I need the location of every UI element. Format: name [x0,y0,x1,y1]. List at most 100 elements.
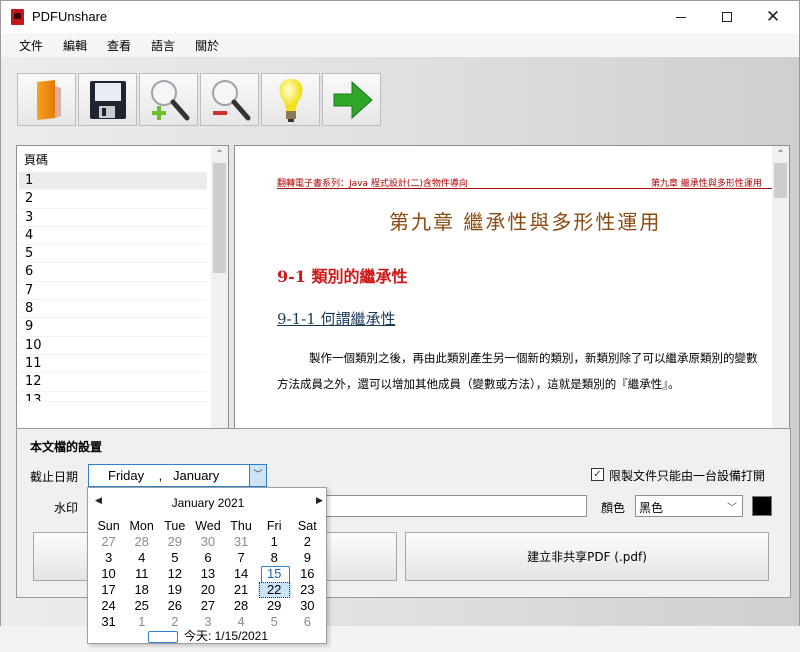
calendar-grid: Sun Mon Tue Wed Thu Fri Sat 27 28 29 30 31 1 2 3 4 5 6 7 8 9… [92,518,324,630]
scroll-up-icon[interactable]: ⌃ [772,146,789,163]
page-list-header: 頁碼 [24,153,49,167]
calendar-day[interactable]: 21 [225,582,258,598]
create-unshare-pdf-button[interactable]: 建立非共享PDF (.pdf) [405,532,769,581]
maximize-button[interactable] [704,1,750,33]
color-swatch[interactable] [752,496,772,516]
page-list-item[interactable]: 4 [19,227,207,246]
calendar-day[interactable]: 14 [225,566,258,582]
calendar-day-today[interactable]: 15 [258,566,291,583]
calendar-day[interactable]: 20 [191,582,224,598]
folder-icon [36,79,61,120]
calendar-day[interactable]: 12 [158,566,191,582]
weekday-label: Mon [129,519,154,533]
page-list-item[interactable]: 10 [19,337,207,355]
calendar-day[interactable]: 7 [225,550,258,566]
calendar-day[interactable]: 4 [125,550,158,566]
calendar-day[interactable]: 29 [258,598,291,614]
calendar-day[interactable]: 2 [291,534,324,550]
calendar-day[interactable]: 8 [258,550,291,566]
calendar-day[interactable]: 9 [291,550,324,566]
calendar-day[interactable]: 28 [225,598,258,614]
page-list-item[interactable]: 9 [19,318,207,337]
minimize-button[interactable] [658,1,704,33]
save-button[interactable] [78,73,137,126]
maximize-icon [722,12,732,22]
page-list-item[interactable]: 7 [19,282,207,301]
title-bar: PDFUnshare ✕ [1,1,799,33]
lightbulb-icon [278,78,303,122]
calendar-day[interactable]: 27 [191,598,224,614]
calendar-day[interactable]: 28 [125,534,158,550]
calendar-day[interactable]: 31 [225,534,258,550]
scroll-thumb[interactable] [774,163,787,198]
page-list-vscroll[interactable]: ⌃ ⌄ [211,146,228,441]
calendar-day[interactable]: 24 [92,598,125,614]
page-list-item[interactable]: 12 [19,373,207,392]
next-month-icon[interactable]: ▶ [316,495,323,506]
calendar-day[interactable]: 1 [258,534,291,550]
page-list-item[interactable]: 13 [19,392,207,402]
restrict-device-checkbox[interactable]: ✓ [591,468,604,481]
running-header-left: 翻轉電子書系列：Java 程式設計(二)含物件導向 [277,179,468,189]
calendar-day[interactable]: 11 [125,566,158,582]
expiry-date-picker[interactable]: Friday , January ﹀ [88,464,267,487]
color-label: 顏色 [601,501,626,515]
preview-vscroll[interactable]: ⌃ ⌄ [772,146,789,474]
color-select-value: 黑色 [639,501,664,515]
page-list-item[interactable]: 3 [19,209,207,227]
calendar-day[interactable]: 10 [92,566,125,582]
calendar-day[interactable]: 26 [158,598,191,614]
open-button[interactable] [17,73,76,126]
calendar-day[interactable]: 17 [92,582,125,598]
calendar-day[interactable]: 30 [191,534,224,550]
calendar-day-selected[interactable]: 22 [257,582,291,598]
menu-language[interactable]: 語言 [143,35,183,56]
calendar-day[interactable]: 5 [158,550,191,566]
pdf-preview-panel: 翻轉電子書系列：Java 程式設計(二)含物件導向 第九章 繼承性與多形性運用 … [234,145,790,475]
calendar-dropdown: ◀ January 2021 ▶ Sun Mon Tue Wed Thu Fri Sat 27… [87,487,327,644]
calendar-day[interactable]: 13 [191,566,224,582]
watermark-label: 水印 [54,501,79,515]
page-list-item[interactable]: 5 [19,245,207,264]
page-list-item[interactable]: 1 [19,172,207,191]
menu-file[interactable]: 文件 [11,35,51,56]
menu-view[interactable]: 查看 [99,35,139,56]
calendar-day[interactable]: 27 [92,534,125,550]
paragraph-line: 製作一個類別之後，再由此類別產生另一個新的類別，新類別除了可以繼承原類別的變數 [309,351,758,365]
zoom-out-button[interactable] [200,73,259,126]
today-link[interactable]: 今天: 1/15/2021 [88,627,328,644]
close-button[interactable]: ✕ [750,1,796,33]
expiry-date-value: Friday , January [108,468,220,483]
calendar-day[interactable]: 30 [291,598,324,614]
page-list-panel: 頁碼 1 2 3 4 5 6 7 8 9 10 11 12 13 ⌃ ⌄ [16,145,229,475]
chevron-down-icon[interactable]: ﹀ [249,464,267,487]
calendar-week-row: 27 28 29 30 31 1 2 [92,534,324,550]
calendar-month-title[interactable]: January 2021 [88,496,328,510]
next-button[interactable] [322,73,381,126]
calendar-week-row: 10 11 12 13 14 15 16 [92,566,324,583]
calendar-day[interactable]: 29 [158,534,191,550]
pdf-page: 翻轉電子書系列：Java 程式設計(二)含物件導向 第九章 繼承性與多形性運用 … [235,146,772,459]
calendar-day[interactable]: 16 [291,566,324,582]
page-list-item[interactable]: 2 [19,190,207,209]
restrict-device-label: 限製文件只能由一台設備打開 [609,469,766,483]
calendar-day[interactable]: 19 [158,582,191,598]
page-list-item[interactable]: 6 [19,263,207,282]
calendar-day[interactable]: 23 [291,582,324,598]
scroll-thumb[interactable] [213,163,226,273]
calendar-day[interactable]: 18 [125,582,158,598]
menu-edit[interactable]: 編輯 [55,35,95,56]
page-list-item[interactable]: 8 [19,300,207,319]
menu-about[interactable]: 關於 [187,35,227,56]
calendar-day[interactable]: 25 [125,598,158,614]
calendar-day[interactable]: 6 [191,550,224,566]
zoom-in-icon [150,79,189,120]
zoom-in-button[interactable] [139,73,198,126]
color-select[interactable]: 黑色 ﹀ [635,495,743,517]
minimize-icon [676,16,686,18]
page-list-item[interactable]: 11 [19,355,207,374]
window-title: PDFUnshare [32,9,108,24]
tip-button[interactable] [261,73,320,126]
calendar-day[interactable]: 3 [92,550,125,566]
scroll-up-icon[interactable]: ⌃ [211,146,228,163]
